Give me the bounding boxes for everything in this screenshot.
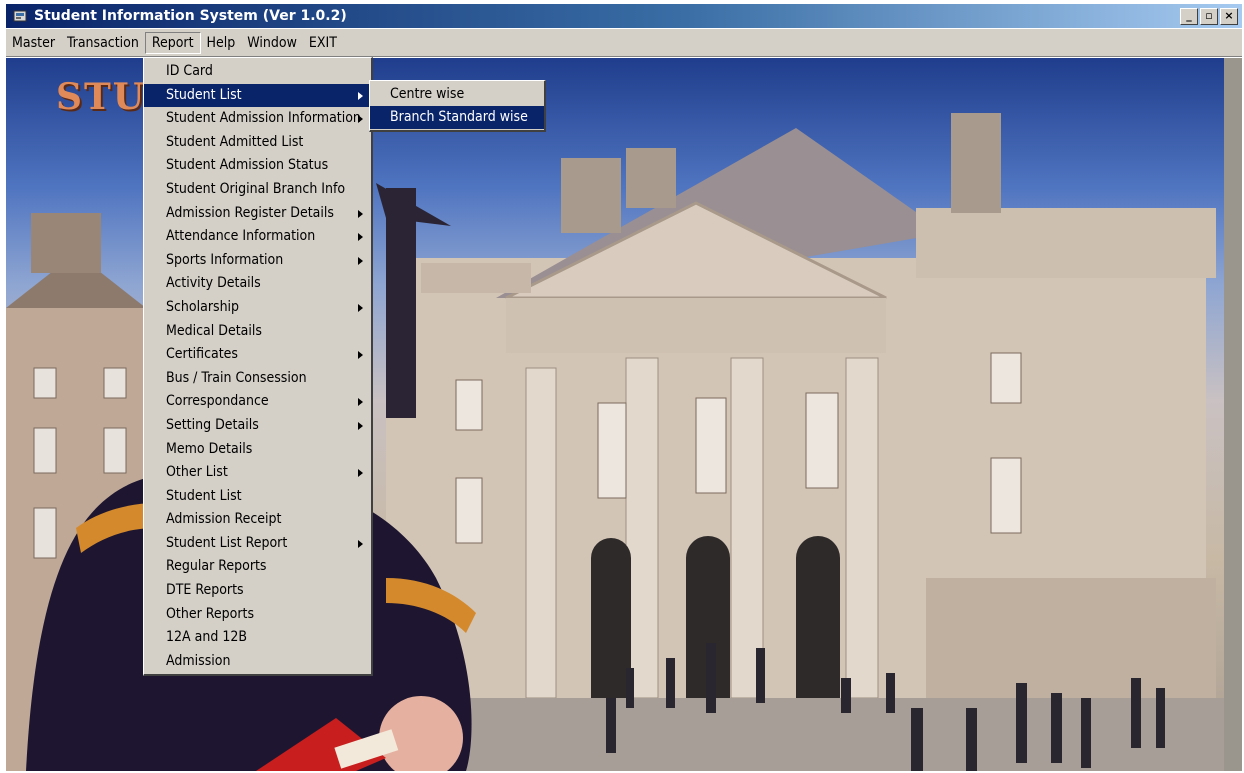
menu-setting-details[interactable]: Setting Details [144, 414, 371, 438]
menu-id-card[interactable]: ID Card [144, 60, 371, 84]
menu-student-admission-status[interactable]: Student Admission Status [144, 154, 371, 178]
menu-scholarship[interactable]: Scholarship [144, 296, 371, 320]
menu-label: Regular Reports [166, 558, 267, 575]
menu-label: Student Admission Information [166, 110, 361, 127]
submenu-centre-wise[interactable]: Centre wise [370, 83, 544, 106]
menu-exit[interactable]: EXIT [303, 33, 343, 53]
submenu-arrow-icon [358, 256, 363, 265]
menu-sports-information[interactable]: Sports Information [144, 249, 371, 273]
menu-label: Setting Details [166, 416, 259, 433]
menu-label: 12A and 12B [166, 629, 247, 646]
submenu-arrow-icon [358, 398, 363, 407]
menu-memo-details[interactable]: Memo Details [144, 438, 371, 462]
menu-admission-register-details[interactable]: Admission Register Details [144, 202, 371, 226]
title-bar: Student Information System (Ver 1.0.2) _… [6, 4, 1242, 28]
menu-student-list-2[interactable]: Student List [144, 485, 371, 509]
menu-student-list-report[interactable]: Student List Report [144, 532, 371, 556]
submenu-arrow-icon [358, 303, 363, 312]
submenu-arrow-icon [358, 233, 363, 242]
menu-admission-receipt[interactable]: Admission Receipt [144, 508, 371, 532]
close-button[interactable]: × [1220, 7, 1238, 25]
submenu-arrow-icon [358, 421, 363, 430]
menu-label: Other Reports [166, 605, 255, 622]
submenu-arrow-icon [358, 91, 363, 100]
menu-label: Memo Details [166, 440, 253, 457]
report-dropdown: ID Card Student List Student Admission I… [143, 57, 373, 676]
menu-label: Student Admission Status [166, 157, 329, 174]
menu-admission[interactable]: Admission [144, 650, 371, 674]
app-icon [13, 10, 27, 22]
menu-label: Other List [166, 464, 228, 481]
menu-label: Certificates [166, 346, 238, 363]
submenu-arrow-icon [358, 539, 363, 548]
menu-attendance-information[interactable]: Attendance Information [144, 225, 371, 249]
menu-label: DTE Reports [166, 582, 244, 599]
menu-label: Admission [166, 652, 231, 669]
menu-label: Correspondance [166, 393, 269, 410]
menu-other-list[interactable]: Other List [144, 461, 371, 485]
menu-bar: Master Transaction Report Help Window EX… [6, 29, 1242, 57]
menu-label: Medical Details [166, 322, 262, 339]
menu-master[interactable]: Master [6, 33, 61, 53]
submenu-arrow-icon [358, 351, 363, 360]
menu-label: Student List Report [166, 534, 288, 551]
menu-certificates[interactable]: Certificates [144, 343, 371, 367]
window-title: Student Information System (Ver 1.0.2) [34, 8, 347, 24]
menu-label: Student List [166, 86, 242, 103]
menu-label: Admission Receipt [166, 511, 282, 528]
submenu-arrow-icon [358, 469, 363, 478]
menu-label: Attendance Information [166, 228, 316, 245]
menu-regular-reports[interactable]: Regular Reports [144, 555, 371, 579]
menu-transaction[interactable]: Transaction [61, 33, 145, 53]
menu-other-reports[interactable]: Other Reports [144, 603, 371, 627]
menu-bus-train-consession[interactable]: Bus / Train Consession [144, 367, 371, 391]
submenu-arrow-icon [358, 115, 363, 124]
menu-label: Student List [166, 487, 242, 504]
submenu-arrow-icon [358, 209, 363, 218]
brand-text: STU [56, 76, 147, 118]
menu-label: Admission Register Details [166, 204, 334, 221]
menu-label: Activity Details [166, 275, 261, 292]
menu-correspondance[interactable]: Correspondance [144, 390, 371, 414]
menu-medical-details[interactable]: Medical Details [144, 320, 371, 344]
menu-label: Student Admitted List [166, 133, 304, 150]
menu-dte-reports[interactable]: DTE Reports [144, 579, 371, 603]
menu-report[interactable]: Report [144, 31, 201, 54]
menu-student-original-branch-info[interactable]: Student Original Branch Info [144, 178, 371, 202]
menu-label: Sports Information [166, 251, 284, 268]
menu-label: Bus / Train Consession [166, 369, 307, 386]
menu-activity-details[interactable]: Activity Details [144, 272, 371, 296]
menu-label: Scholarship [166, 298, 240, 315]
menu-label: Student Original Branch Info [166, 180, 346, 197]
menu-window[interactable]: Window [241, 33, 303, 53]
restore-button[interactable]: ▫ [1200, 7, 1218, 25]
menu-student-admission-information[interactable]: Student Admission Information [144, 107, 371, 131]
window-controls: _ ▫ × [1180, 7, 1238, 25]
menu-label: ID Card [166, 63, 213, 79]
minimize-button[interactable]: _ [1180, 7, 1198, 25]
student-list-submenu: Centre wise Branch Standard wise [369, 80, 546, 132]
right-gutter [1224, 58, 1242, 771]
menu-student-list[interactable]: Student List [144, 83, 371, 108]
menu-12a-and-12b[interactable]: 12A and 12B [144, 626, 371, 650]
submenu-branch-standard-wise[interactable]: Branch Standard wise [370, 106, 544, 129]
menu-help[interactable]: Help [201, 33, 242, 53]
menu-student-admitted-list[interactable]: Student Admitted List [144, 131, 371, 155]
